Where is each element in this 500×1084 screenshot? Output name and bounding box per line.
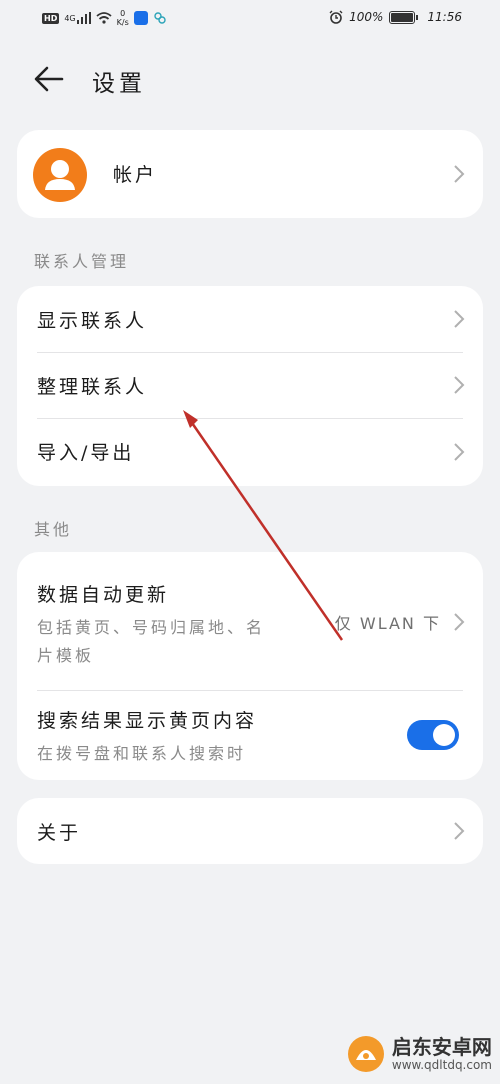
signal-type: 4G [64, 13, 76, 23]
chevron-right-icon [454, 613, 465, 631]
yellow-pages-label: 搜索结果显示黄页内容 [37, 710, 258, 732]
watermark-name: 启东安卓网 [391, 1035, 492, 1059]
toggle-knob [433, 724, 455, 746]
yellow-pages-toggle[interactable] [407, 720, 459, 750]
watermark-url: www.qdltdq.com [391, 1058, 492, 1072]
other-card: 数据自动更新 包括黄页、号码归属地、名 片模板 仅 WLAN 下 搜索结果显示黄… [17, 552, 483, 780]
signal-icon [76, 12, 91, 24]
speed-value: 0 [120, 9, 126, 18]
display-contacts-row[interactable]: 显示联系人 [17, 286, 483, 352]
wifi-icon [96, 12, 112, 24]
alarm-icon [329, 10, 343, 24]
status-bar: HD 4G 0 K/s 100% 11:56 [0, 0, 500, 40]
section-title-contacts: 联系人管理 [34, 252, 130, 271]
yellow-pages-row[interactable]: 搜索结果显示黄页内容 在拨号盘和联系人搜索时 [17, 690, 483, 780]
auto-update-row[interactable]: 数据自动更新 包括黄页、号码归属地、名 片模板 仅 WLAN 下 [17, 552, 483, 690]
account-card[interactable]: 帐户 [17, 130, 483, 218]
auto-update-description: 包括黄页、号码归属地、名 片模板 [37, 614, 327, 670]
app-header: 设置 [0, 58, 500, 102]
battery-icon [389, 10, 419, 24]
import-export-row[interactable]: 导入/导出 [17, 418, 483, 486]
clock: 11:56 [427, 10, 462, 24]
network-speed: 0 K/s [117, 9, 129, 27]
auto-update-description-line1: 包括黄页、号码归属地、名 [37, 618, 266, 637]
auto-update-value: 仅 WLAN 下 [334, 614, 441, 633]
cloud-app-icon [154, 12, 166, 24]
user-icon [45, 160, 75, 190]
watermark-logo-icon [347, 1036, 384, 1072]
chevron-right-icon [454, 165, 465, 183]
speed-unit: K/s [116, 18, 129, 27]
battery-percent: 100% [349, 10, 384, 24]
auto-update-label: 数据自动更新 [37, 584, 170, 606]
watermark-text: 启东安卓网 www.qdltdq.com [392, 1036, 492, 1072]
import-export-label: 导入/导出 [37, 442, 135, 464]
display-contacts-label: 显示联系人 [37, 310, 148, 332]
account-label: 帐户 [113, 164, 158, 186]
settings-screen: HD 4G 0 K/s 100% 11:56 设置 帐户 联系人管理 显示联系人… [0, 0, 500, 1084]
page-title: 设置 [92, 71, 146, 97]
watermark: 启东安卓网 www.qdltdq.com [346, 1034, 492, 1074]
avatar [33, 148, 87, 202]
shield-app-icon [133, 11, 148, 25]
organize-contacts-row[interactable]: 整理联系人 [17, 352, 483, 418]
about-card[interactable]: 关于 [17, 798, 483, 864]
back-arrow-icon[interactable] [32, 64, 66, 94]
hd-indicator: HD [42, 12, 60, 24]
chevron-right-icon [454, 822, 465, 840]
chevron-right-icon [454, 443, 465, 461]
section-title-other: 其他 [34, 520, 73, 539]
about-label: 关于 [37, 822, 82, 844]
yellow-pages-description: 在拨号盘和联系人搜索时 [37, 744, 247, 763]
chevron-right-icon [454, 310, 465, 328]
auto-update-description-line2: 片模板 [37, 646, 95, 665]
organize-contacts-label: 整理联系人 [37, 376, 148, 398]
contacts-card: 显示联系人 整理联系人 导入/导出 [17, 286, 483, 486]
chevron-right-icon [454, 376, 465, 394]
